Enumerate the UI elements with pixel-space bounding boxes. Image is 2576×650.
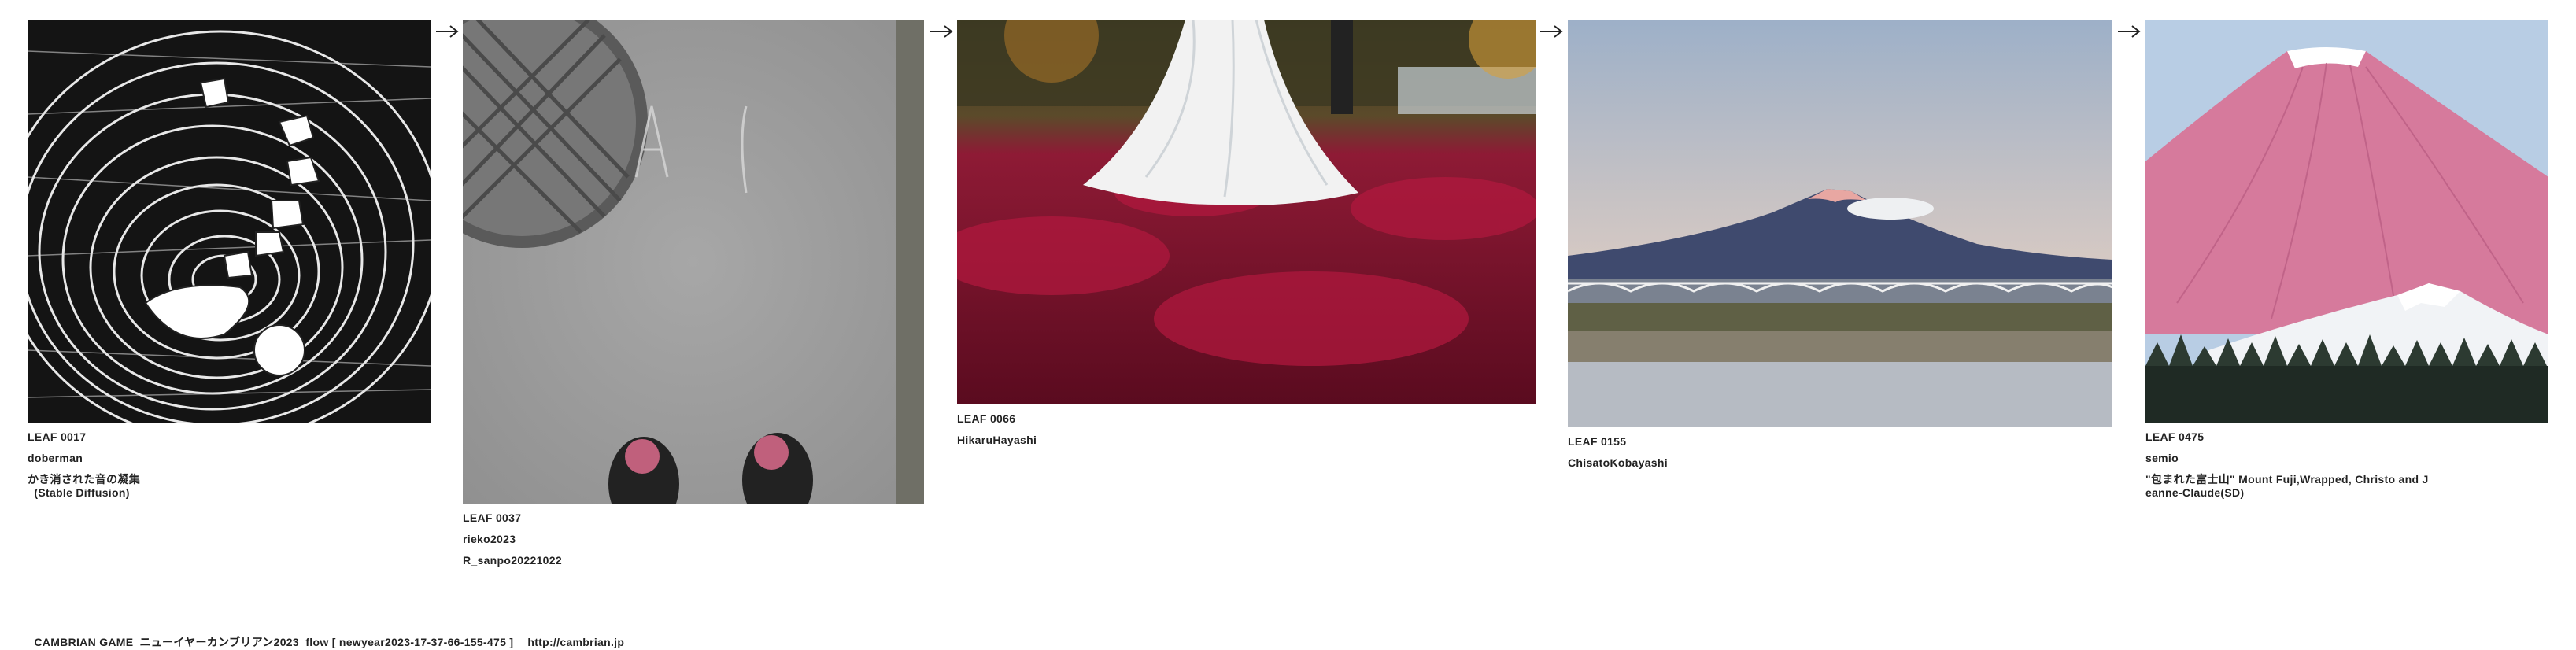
leaf-author[interactable]: ChisatoKobayashi bbox=[1568, 456, 2112, 470]
leaf-id: LEAF 0155 bbox=[1568, 435, 1627, 448]
leaf-image-0066[interactable] bbox=[957, 20, 1536, 404]
footer: CAMBRIAN GAME ニューイヤーカンブリアン2023 flow [ new… bbox=[28, 622, 624, 650]
leaf-image-0475[interactable] bbox=[2145, 20, 2548, 423]
leaf-id: LEAF 0017 bbox=[28, 430, 87, 443]
arrow-right-icon bbox=[929, 22, 954, 41]
leaf-card-0066[interactable]: LEAF 0066 HikaruHayashi bbox=[957, 20, 1536, 447]
leaf-id: LEAF 0066 bbox=[957, 412, 1016, 425]
leaf-title: かき消された音の凝集 (Stable Diffusion) bbox=[28, 473, 140, 499]
leaf-author[interactable]: rieko2023 bbox=[463, 533, 924, 546]
leaf-image-0155[interactable] bbox=[1568, 20, 2112, 427]
leaf-image-0037[interactable] bbox=[463, 20, 924, 504]
leaf-author[interactable]: HikaruHayashi bbox=[957, 434, 1536, 447]
leaf-card-0475[interactable]: LEAF 0475 semio "包まれた富士山" Mount Fuji,Wra… bbox=[2145, 20, 2548, 500]
leaf-title: R_sanpo20221022 bbox=[463, 554, 562, 567]
leaf-title: "包まれた富士山" Mount Fuji,Wrapped, Christo an… bbox=[2145, 473, 2429, 499]
leaf-card-0037[interactable]: LEAF 0037 rieko2023 R_sanpo20221022 bbox=[463, 20, 924, 567]
leaf-author[interactable]: semio bbox=[2145, 452, 2548, 465]
leaf-author[interactable]: doberman bbox=[28, 452, 431, 465]
arrow-right-icon bbox=[2116, 22, 2142, 41]
arrow-right-icon bbox=[434, 22, 460, 41]
leaf-id: LEAF 0037 bbox=[463, 512, 522, 524]
leaf-card-0155[interactable]: LEAF 0155 ChisatoKobayashi bbox=[1568, 20, 2112, 470]
leaf-card-0017[interactable]: LEAF 0017 doberman かき消された音の凝集 (Stable Di… bbox=[28, 20, 431, 500]
arrow-right-icon bbox=[1539, 22, 1564, 41]
leaf-id: LEAF 0475 bbox=[2145, 430, 2205, 443]
leaf-image-0017[interactable] bbox=[28, 20, 431, 423]
